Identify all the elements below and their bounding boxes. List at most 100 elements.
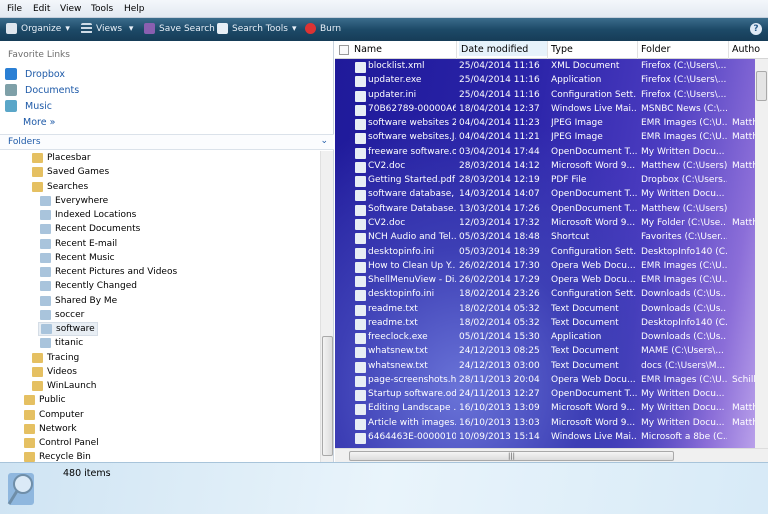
tree-scrollbar[interactable] [320, 151, 333, 462]
file-cell: Firefox (C:\Users\... [641, 75, 727, 86]
tree-item[interactable]: Recent Documents [38, 222, 142, 236]
menu-tools[interactable]: Tools [91, 4, 113, 14]
file-row[interactable]: freeware software.odt03/04/2014 17:44 Ope… [335, 146, 755, 160]
file-row[interactable]: How to Clean Up Y... 26/02/2014 17:30 Oper… [335, 260, 755, 274]
file-row[interactable]: freeclock.exe 05/01/2014 15:30 Application… [335, 331, 755, 345]
folder-icon [32, 153, 43, 163]
file-icon [355, 190, 366, 202]
tree-item[interactable]: titanic [38, 336, 85, 350]
file-row[interactable]: CV2.doc 12/03/2014 17:32 Microsoft Word 9.… [335, 217, 755, 231]
file-row[interactable]: desktopinfo.ini 18/02/2014 23:26 Configura… [335, 288, 755, 302]
tree-item[interactable]: Recent Pictures and Videos [38, 265, 179, 279]
menu-edit[interactable]: Edit [33, 4, 50, 14]
burn-button[interactable]: Burn [305, 23, 341, 34]
tree-item[interactable]: Computer [22, 408, 86, 422]
file-cell: software websites.J... [368, 132, 456, 143]
tree-item[interactable]: Placesbar [30, 151, 93, 165]
tree-item[interactable]: soccer [38, 308, 86, 322]
file-cell: Configuration Sett... [551, 289, 637, 300]
chevron-down-icon: ⌄ [320, 136, 328, 146]
tree-item-label: Shared By Me [55, 295, 118, 306]
file-row[interactable]: Editing Landscape ... 16/10/2013 13:09 Mic… [335, 402, 755, 416]
search-tools-button[interactable]: Search Tools ▾ [217, 23, 296, 34]
file-row[interactable]: Startup software.odt 24/11/2013 12:27 Open… [335, 388, 755, 402]
search-tools-label: Search Tools [232, 23, 288, 34]
file-row[interactable]: CV2.doc 28/03/2014 14:12 Microsoft Word 9.… [335, 160, 755, 174]
select-all-checkbox[interactable] [339, 45, 349, 55]
file-row[interactable]: 6464463E-0000010B....10/09/2013 15:14 Win… [335, 431, 755, 445]
file-row[interactable]: page-screenshots.h... 28/11/2013 20:04 Ope… [335, 374, 755, 388]
favorites-more-link[interactable]: More » [23, 117, 55, 128]
tree-item[interactable]: WinLaunch [30, 379, 99, 393]
file-cell: readme.txt [368, 303, 418, 314]
horizontal-scrollbar-thumb[interactable]: ||| [349, 451, 674, 461]
tree-item[interactable]: Saved Games [30, 165, 111, 179]
file-row[interactable]: updater.ini 25/04/2014 11:16 Configuration… [335, 89, 755, 103]
column-type[interactable]: Type [551, 44, 573, 55]
column-author[interactable]: Autho [732, 44, 760, 55]
file-cell: Application [551, 332, 602, 343]
folders-header[interactable]: Folders ⌄ [0, 134, 334, 150]
file-cell: Downloads (C:\Us... [641, 332, 727, 343]
tree-item[interactable]: Indexed Locations [38, 208, 138, 222]
file-cell: 10/09/2013 15:14 [459, 432, 540, 443]
tree-item[interactable]: Recycle Bin [22, 450, 93, 462]
file-row[interactable]: blocklist.xml 25/04/2014 11:16 XML Documen… [335, 60, 755, 74]
menu-view[interactable]: View [60, 4, 81, 14]
tree-item[interactable]: Videos [30, 365, 79, 379]
file-row[interactable]: software database, ... 14/03/2014 14:07 Op… [335, 188, 755, 202]
vertical-scrollbar-thumb[interactable] [756, 71, 767, 101]
file-row[interactable]: desktopinfo.ini 05/03/2014 18:39 Configura… [335, 246, 755, 260]
file-row[interactable]: Article with images....16/10/2013 13:03 M… [335, 417, 755, 431]
file-row[interactable]: NCH Audio and Tel... 05/03/2014 18:48 Shor… [335, 231, 755, 245]
list-vertical-scrollbar[interactable] [755, 59, 768, 448]
file-row[interactable]: whatsnew.txt 24/12/2013 03:00 Text Documen… [335, 360, 755, 374]
menu-help[interactable]: Help [124, 4, 145, 14]
views-button[interactable]: Views ▾ [81, 23, 133, 34]
column-date-modified[interactable]: Date modified [459, 41, 547, 56]
file-row[interactable]: readme.txt 18/02/2014 05:32 Text Document D… [335, 317, 755, 331]
file-cell: 05/03/2014 18:48 [459, 232, 540, 243]
tree-item[interactable]: Recent Music [38, 251, 117, 265]
save-search-button[interactable]: Save Search [144, 23, 215, 34]
tree-item[interactable]: Control Panel [22, 436, 101, 450]
file-row[interactable]: software websites.J... 04/04/2014 11:21 JP… [335, 131, 755, 145]
file-row[interactable]: updater.exe 25/04/2014 11:16 Application Fi… [335, 74, 755, 88]
organize-button[interactable]: Organize ▾ [6, 23, 70, 34]
file-row[interactable]: whatsnew.txt 24/12/2013 08:25 Text Documen… [335, 345, 755, 359]
favorite-dropbox[interactable]: Dropbox [5, 68, 65, 80]
favorite-music[interactable]: Music [5, 100, 52, 112]
tree-item[interactable]: Network [22, 422, 79, 436]
file-cell: whatsnew.txt [368, 360, 428, 371]
file-row[interactable]: Software Database.... 13/03/2014 17:26 Ope… [335, 203, 755, 217]
tree-item[interactable]: Everywhere [38, 194, 110, 208]
tree-item-label: soccer [55, 309, 85, 320]
tree-item[interactable]: Recent E-mail [38, 237, 119, 251]
file-row[interactable]: Getting Started.pdf 28/03/2014 12:19 PDF F… [335, 174, 755, 188]
tree-item-label: Recycle Bin [39, 452, 91, 462]
file-row[interactable]: ShellMenuView - Di... 26/02/2014 17:29 Ope… [335, 274, 755, 288]
tree-item[interactable]: Shared By Me [38, 294, 119, 308]
tree-item[interactable]: Recently Changed [38, 279, 139, 293]
folder-icon [24, 395, 35, 406]
tree-item[interactable]: Public [22, 393, 68, 407]
favorite-documents[interactable]: Documents [5, 84, 79, 96]
help-icon[interactable]: ? [750, 23, 762, 35]
file-cell: Configuration Sett... [551, 246, 637, 257]
menu-file[interactable]: File [7, 4, 22, 14]
file-icon [355, 390, 366, 402]
search-tools-icon [217, 23, 228, 34]
column-name[interactable]: Name [354, 44, 382, 55]
file-cell: Favorites (C:\User... [641, 232, 727, 243]
column-folder[interactable]: Folder [641, 44, 670, 55]
tree-scrollbar-thumb[interactable] [322, 336, 333, 456]
file-row[interactable]: software websites 2....04/04/2014 11:23 J… [335, 117, 755, 131]
file-row[interactable]: readme.txt 18/02/2014 05:32 Text Document D… [335, 303, 755, 317]
tree-item[interactable]: Searches [30, 180, 90, 194]
file-icon [355, 333, 366, 345]
file-row[interactable]: 70B62789-00000A6...18/04/2014 12:37 Windo… [335, 103, 755, 117]
tree-item[interactable]: Tracing [30, 351, 81, 365]
tree-item[interactable]: software [38, 322, 98, 336]
file-cell: 18/02/2014 23:26 [459, 289, 540, 300]
list-horizontal-scrollbar[interactable]: ||| [335, 448, 768, 462]
